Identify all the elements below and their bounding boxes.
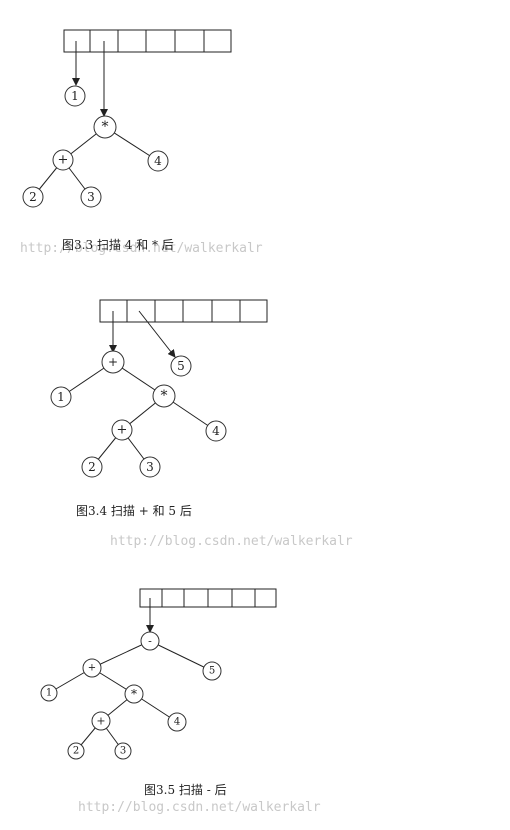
tree-node: 1	[64, 85, 86, 107]
tree-node: 3	[114, 742, 132, 760]
svg-text:*: *	[161, 388, 168, 404]
svg-text:2: 2	[88, 460, 96, 474]
tree-node: 5	[202, 661, 222, 681]
tree-node: +	[52, 149, 74, 171]
svg-text:+: +	[88, 663, 96, 674]
figure-3-3: 1 * + 4 2 3 http://blog.csdn.net/walkerk…	[20, 29, 263, 256]
tree-node: 2	[22, 186, 44, 208]
tree-node: 4	[147, 150, 169, 172]
svg-text:2: 2	[73, 746, 79, 757]
svg-text:*: *	[102, 119, 109, 135]
svg-text:*: *	[131, 687, 137, 701]
stack-array	[63, 29, 232, 53]
stack-array	[139, 588, 277, 608]
tree-node: *	[152, 384, 176, 408]
svg-text:4: 4	[154, 154, 162, 168]
watermark: http://blog.csdn.net/walkerkalr	[78, 800, 321, 815]
tree-node: *	[93, 115, 117, 139]
figure-caption: 图3.4 扫描 + 和 5 后	[76, 504, 192, 518]
tree-node: 2	[81, 456, 103, 478]
svg-text:4: 4	[212, 424, 220, 438]
stack-array	[99, 299, 268, 323]
svg-text:+: +	[108, 355, 118, 369]
tree-node: +	[82, 658, 102, 678]
svg-text:5: 5	[177, 359, 185, 373]
svg-text:1: 1	[46, 688, 52, 699]
tree-node: 1	[50, 386, 72, 408]
svg-text:+: +	[58, 153, 69, 168]
tree-node: +	[91, 711, 111, 731]
tree-edge	[149, 640, 213, 672]
svg-text:+: +	[96, 715, 105, 728]
tree-node: 4	[167, 712, 187, 732]
figure-3-5: - + 5 1 * + 4 2 3 图3.5 扫描 - 后 http://blo…	[40, 588, 321, 815]
svg-text:2: 2	[29, 190, 37, 204]
svg-text:-: -	[148, 635, 152, 648]
figure-caption: 图3.5 扫描 - 后	[144, 783, 227, 797]
tree-node: 3	[80, 186, 102, 208]
tree-node: 5	[170, 355, 192, 377]
tree-node: -	[140, 631, 160, 651]
figure-3-4: + 5 1 * + 4 2 3 图3.4 扫描 + 和 5 后 http://b…	[50, 299, 353, 549]
svg-text:3: 3	[87, 190, 95, 204]
svg-text:5: 5	[209, 666, 215, 677]
svg-text:3: 3	[120, 746, 126, 757]
watermark: http://blog.csdn.net/walkerkalr	[110, 534, 353, 549]
svg-text:1: 1	[71, 89, 79, 103]
svg-text:1: 1	[57, 390, 65, 404]
tree-node: 3	[139, 456, 161, 478]
svg-text:+: +	[117, 423, 128, 438]
tree-node: +	[101, 350, 125, 374]
tree-edge	[91, 640, 151, 669]
tree-node: +	[111, 419, 133, 441]
tree-node: 1	[40, 684, 58, 702]
svg-text:3: 3	[146, 460, 154, 474]
figure-caption: 图3.3 扫描 4 和 * 后	[62, 238, 174, 252]
svg-text:4: 4	[174, 717, 180, 728]
expression-tree-figures: 1 * + 4 2 3 http://blog.csdn.net/walkerk…	[20, 29, 353, 815]
tree-node: 2	[67, 742, 85, 760]
tree-node: 4	[205, 420, 227, 442]
tree-node: *	[124, 684, 144, 704]
